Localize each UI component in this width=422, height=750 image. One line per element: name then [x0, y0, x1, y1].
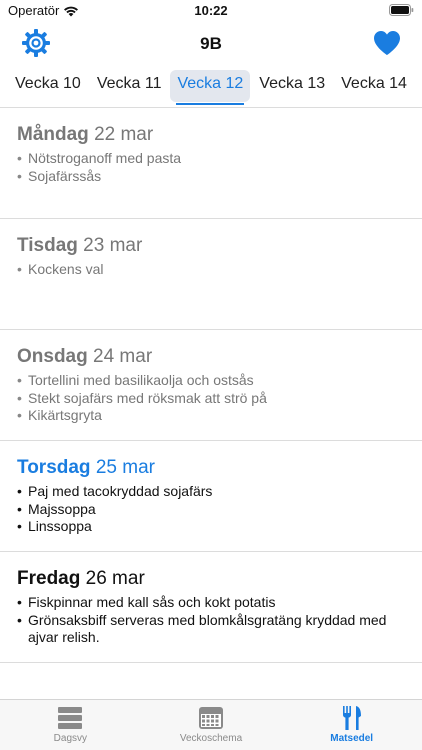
fork-knife-icon	[342, 706, 361, 730]
status-bar: Operatör 10:22	[0, 0, 422, 24]
tab-vecka-11[interactable]: Vecka 11	[90, 70, 169, 102]
dish-item: Paj med tacokryddad sojafärs	[17, 483, 405, 501]
week-schedule-icon	[199, 707, 223, 729]
day-heading: Måndag 22 mar	[17, 122, 405, 148]
day-date: 23 mar	[83, 235, 143, 256]
dish-item: Kockens val	[17, 261, 405, 279]
nav-bar: 9B	[0, 26, 422, 64]
week-selector: Vecka 10 Vecka 11 Vecka 12 Vecka 13 Veck…	[0, 70, 422, 105]
dish-item: Majssoppa	[17, 501, 405, 519]
tab-label: Dagsvy	[53, 733, 88, 744]
dish-item: Stekt sojafärs med röksmak att strö på	[17, 390, 405, 408]
day-name: Onsdag	[17, 346, 88, 367]
day-friday: Fredag 26 mar Fiskpinnar med kall sås oc…	[0, 552, 422, 663]
day-name: Måndag	[17, 124, 89, 145]
tab-veckoschema[interactable]: Veckoschema	[141, 700, 282, 750]
dish-item: Linssoppa	[17, 518, 405, 536]
tab-dagsvy[interactable]: Dagsvy	[0, 700, 141, 750]
tab-vecka-14[interactable]: Vecka 14	[334, 70, 414, 102]
dish-list: Paj med tacokryddad sojafärs Majssoppa L…	[17, 483, 405, 536]
day-name: Tisdag	[17, 235, 78, 256]
battery-icon	[389, 4, 414, 19]
dish-list: Kockens val	[17, 261, 405, 279]
day-name: Torsdag	[17, 457, 91, 478]
dish-item: Grönsaksbiff serveras med blomkålsgratän…	[17, 612, 405, 647]
tab-vecka-10[interactable]: Vecka 10	[8, 70, 88, 102]
day-thursday: Torsdag 25 mar Paj med tacokryddad sojaf…	[0, 441, 422, 552]
dish-item: Tortellini med basilikaolja och ostsås	[17, 372, 405, 390]
tab-matsedel[interactable]: Matsedel	[281, 700, 422, 750]
dish-list: Nötstroganoff med pasta Sojafärssås	[17, 150, 405, 185]
dish-list: Tortellini med basilikaolja och ostsås S…	[17, 372, 405, 425]
tab-label: Matsedel	[330, 733, 374, 744]
dish-item: Kikärtsgryta	[17, 407, 405, 425]
tab-bar: Dagsvy Veckoschema Matsedel	[0, 699, 422, 750]
day-tuesday: Tisdag 23 mar Kockens val	[0, 219, 422, 330]
dish-item: Sojafärssås	[17, 168, 405, 186]
dish-list: Fiskpinnar med kall sås och kokt potatis…	[17, 594, 405, 647]
day-date: 24 mar	[93, 346, 153, 367]
day-date: 26 mar	[85, 568, 145, 589]
menu-list: Måndag 22 mar Nötstroganoff med pasta So…	[0, 108, 422, 663]
tab-label: Veckoschema	[179, 733, 243, 744]
status-time: 10:22	[194, 3, 228, 18]
heart-icon[interactable]	[373, 30, 401, 56]
day-date: 25 mar	[95, 457, 155, 478]
dish-item: Nötstroganoff med pasta	[17, 150, 405, 168]
day-view-icon	[58, 707, 83, 729]
day-heading: Torsdag 25 mar	[17, 455, 405, 481]
day-heading: Tisdag 23 mar	[17, 233, 405, 259]
dish-item: Fiskpinnar med kall sås och kokt potatis	[17, 594, 405, 612]
day-heading: Fredag 26 mar	[17, 566, 405, 592]
tab-vecka-12[interactable]: Vecka 12	[170, 70, 251, 105]
day-wednesday: Onsdag 24 mar Tortellini med basilikaolj…	[0, 330, 422, 441]
day-monday: Måndag 22 mar Nötstroganoff med pasta So…	[0, 108, 422, 219]
tab-vecka-13[interactable]: Vecka 13	[252, 70, 332, 102]
page-title: 9B	[200, 34, 222, 53]
day-heading: Onsdag 24 mar	[17, 344, 405, 370]
day-date: 22 mar	[94, 124, 154, 145]
day-name: Fredag	[17, 568, 81, 589]
